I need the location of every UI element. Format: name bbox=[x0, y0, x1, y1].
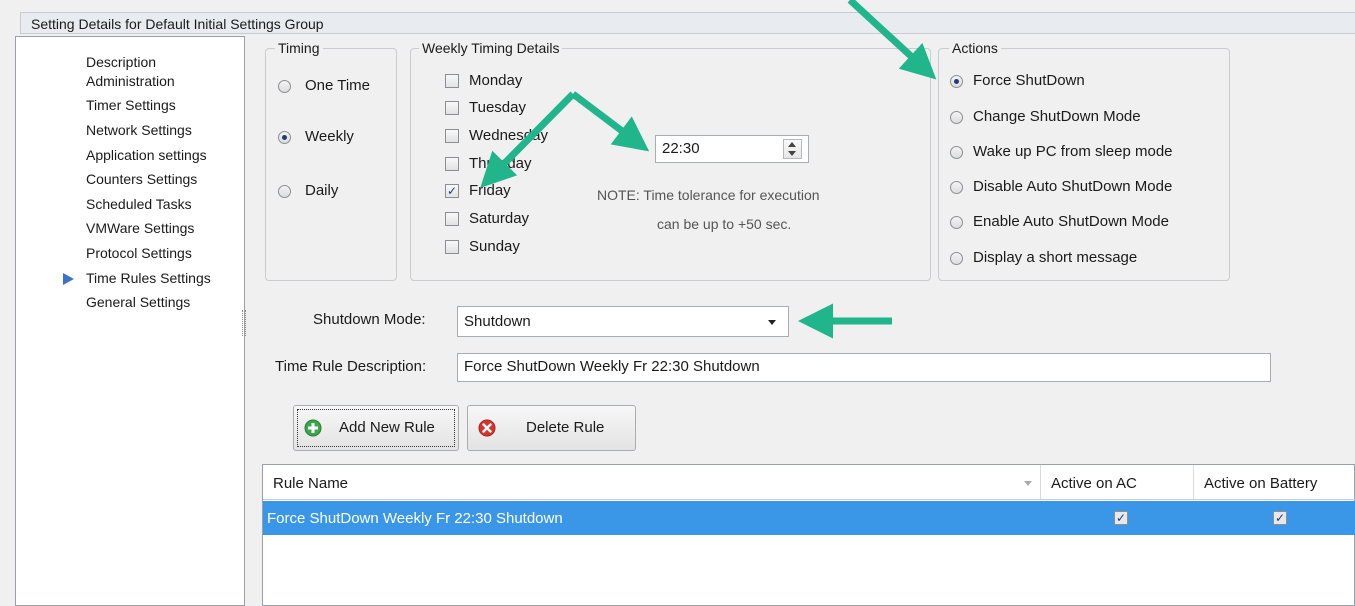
arrow-to-force-shutdown bbox=[847, 0, 937, 80]
arrow-to-time bbox=[570, 91, 650, 152]
annotation-arrows bbox=[480, 0, 937, 339]
arrow-to-friday bbox=[480, 91, 576, 188]
